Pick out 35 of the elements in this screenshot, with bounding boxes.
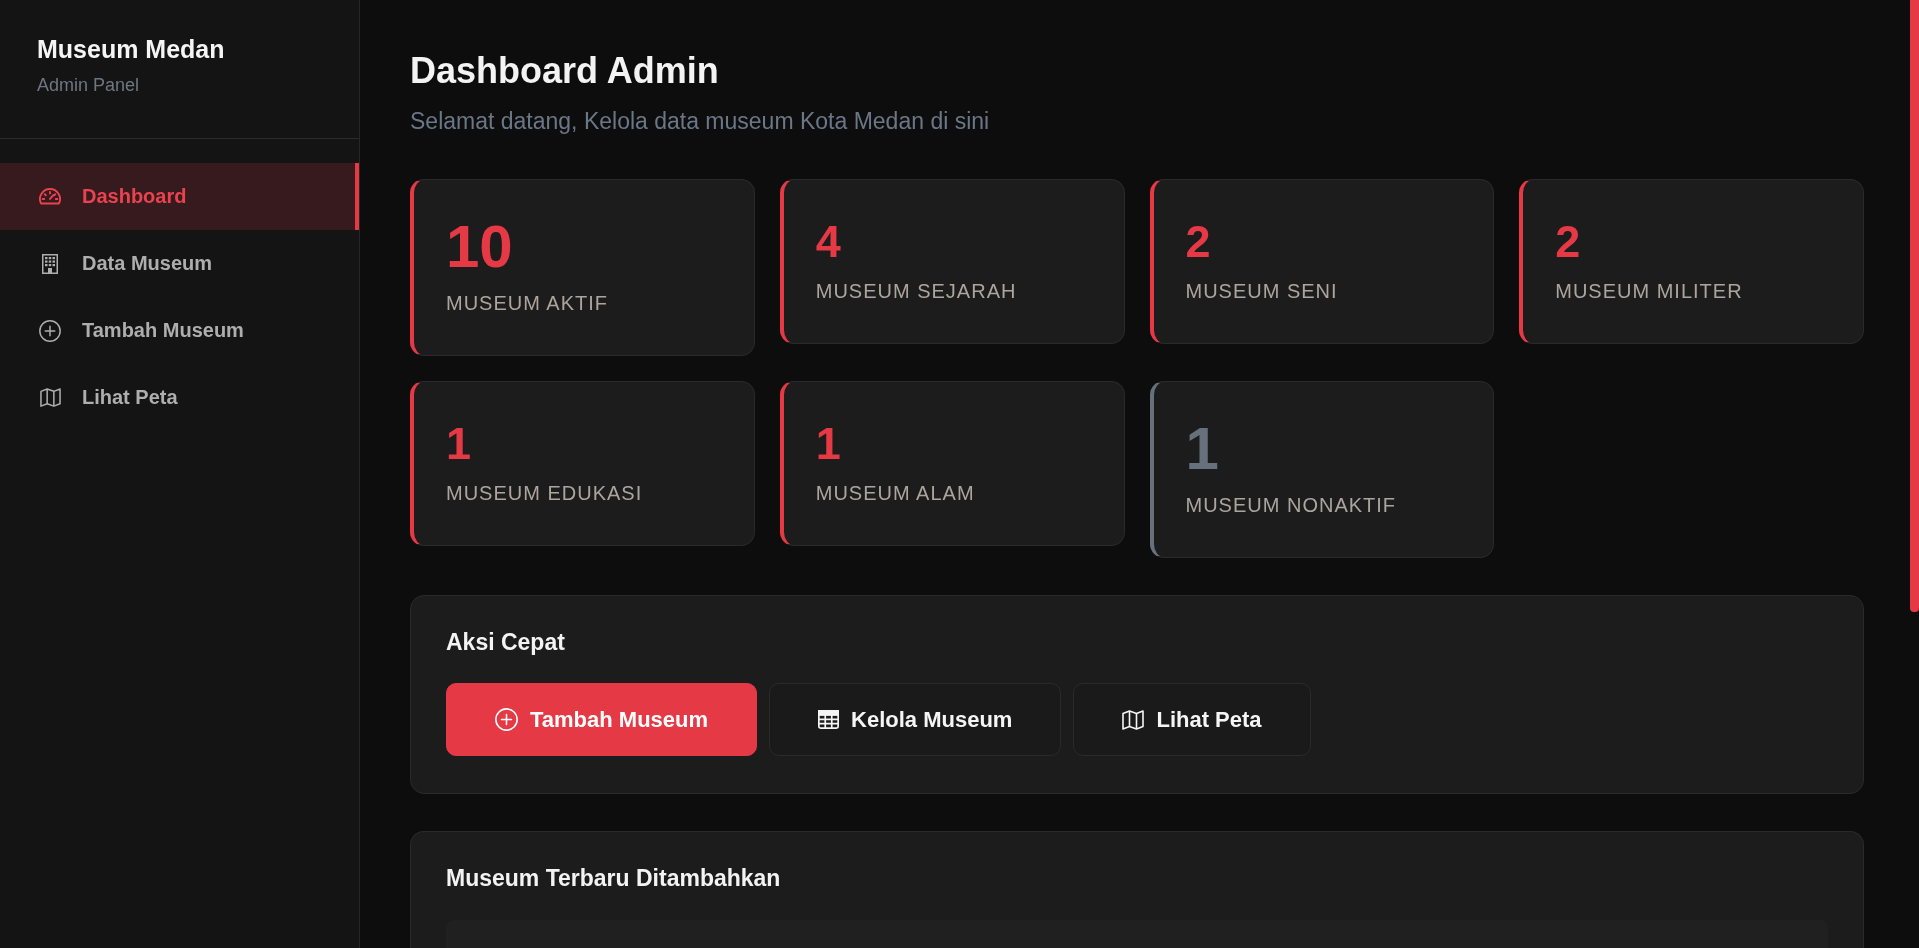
stat-label: MUSEUM NONAKTIF	[1185, 493, 1398, 518]
brand-subtitle: Admin Panel	[37, 74, 141, 97]
stat-value: 4	[815, 215, 842, 269]
stat-value: 1	[446, 417, 473, 471]
sidebar-item[interactable]: Lihat Peta	[0, 364, 359, 431]
scrollbar-thumb[interactable]	[1910, 0, 1919, 612]
section-title: Aksi Cepat	[446, 628, 566, 657]
brand-title: Museum Medan	[37, 34, 226, 64]
table-icon	[818, 710, 840, 729]
stat-label: MUSEUM AKTIF	[446, 291, 609, 316]
stat-label: MUSEUM EDUKASI	[446, 481, 644, 506]
stat-value: 2	[1555, 215, 1582, 269]
map-icon	[1122, 709, 1145, 730]
plus-circle-icon	[495, 708, 518, 731]
stat-value: 1	[815, 417, 842, 471]
action-button[interactable]: Lihat Peta	[1073, 683, 1311, 756]
section-title: Museum Terbaru Ditambahkan	[446, 864, 782, 893]
sidebar-item[interactable]: Tambah Museum	[0, 297, 359, 364]
stat-value: 1	[1185, 417, 1220, 480]
stat-label: MUSEUM MILITER	[1555, 279, 1744, 304]
sidebar-item[interactable]: Data Museum	[0, 230, 359, 297]
map-icon	[39, 387, 61, 408]
stat-label: MUSEUM SEJARAH	[815, 279, 1018, 304]
stat-label: MUSEUM ALAM	[815, 481, 976, 506]
action-button[interactable]: Tambah Museum	[446, 683, 758, 756]
plus-circle-icon	[39, 319, 61, 342]
action-button[interactable]: Kelola Museum	[769, 683, 1062, 756]
page-subtitle: Selamat datang, Kelola data museum Kota Medan di sini	[410, 107, 991, 136]
page-title: Dashboard Admin	[410, 49, 720, 92]
speedometer-icon	[39, 188, 61, 205]
sidebar-item[interactable]: Dashboard	[0, 163, 359, 230]
stat-label: MUSEUM SENI	[1185, 279, 1339, 304]
stat-value: 2	[1185, 215, 1212, 269]
stat-value: 10	[446, 215, 514, 278]
building-icon	[42, 253, 58, 274]
